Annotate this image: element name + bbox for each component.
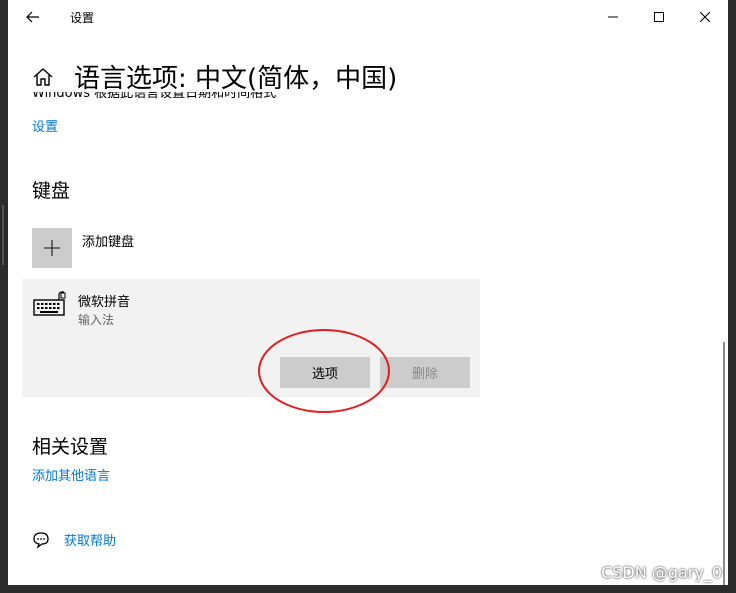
maximize-icon	[654, 12, 664, 22]
minimize-button[interactable]	[590, 0, 636, 34]
add-keyboard-label: 添加键盘	[82, 235, 135, 250]
page-title: 语言选项: 中文(简体，中国)	[74, 64, 398, 94]
ime-item-microsoft-pinyin[interactable]: 微软拼音 输入法 选项 删除	[22, 279, 480, 397]
plus-icon	[44, 240, 60, 256]
ime-name: 微软拼音	[78, 295, 131, 310]
add-language-link[interactable]: 添加其他语言	[32, 465, 110, 484]
back-button[interactable]	[22, 7, 44, 27]
settings-link[interactable]: 设置	[32, 116, 58, 135]
minimize-icon	[608, 16, 618, 18]
keyboard-heading: 键盘	[32, 180, 71, 202]
watermark: CSDN @gary_0	[601, 563, 722, 582]
page-header: 语言选项: 中文(简体，中国)	[32, 58, 397, 95]
remove-button[interactable]: 删除	[380, 357, 470, 388]
maximize-button[interactable]	[636, 0, 682, 34]
scrollbar[interactable]	[723, 342, 725, 585]
options-button[interactable]: 选项	[280, 357, 370, 388]
partial-description-text: Windows 根据此语言设置日期和时间格式	[32, 92, 277, 101]
add-keyboard-tile	[32, 228, 72, 268]
help-row: 获取帮助	[32, 530, 116, 549]
background-fragment	[2, 205, 4, 265]
ime-subtitle: 输入法	[78, 313, 115, 327]
window-controls	[590, 0, 728, 34]
add-keyboard-button[interactable]: 添加键盘	[32, 228, 134, 268]
keyboard-icon	[33, 291, 66, 316]
close-button[interactable]	[682, 0, 728, 34]
related-settings-heading: 相关设置	[32, 436, 109, 458]
settings-window: 设置 语言选项: 中文(简体，中国) Windows 根据此语言设置日期和时间格…	[8, 0, 728, 585]
window-title: 设置	[70, 11, 95, 25]
close-icon	[700, 12, 710, 22]
title-bar: 设置	[8, 0, 728, 34]
help-chat-icon	[33, 531, 49, 549]
arrow-left-icon	[26, 11, 39, 23]
home-icon[interactable]	[32, 66, 54, 88]
get-help-link[interactable]: 获取帮助	[64, 530, 116, 549]
